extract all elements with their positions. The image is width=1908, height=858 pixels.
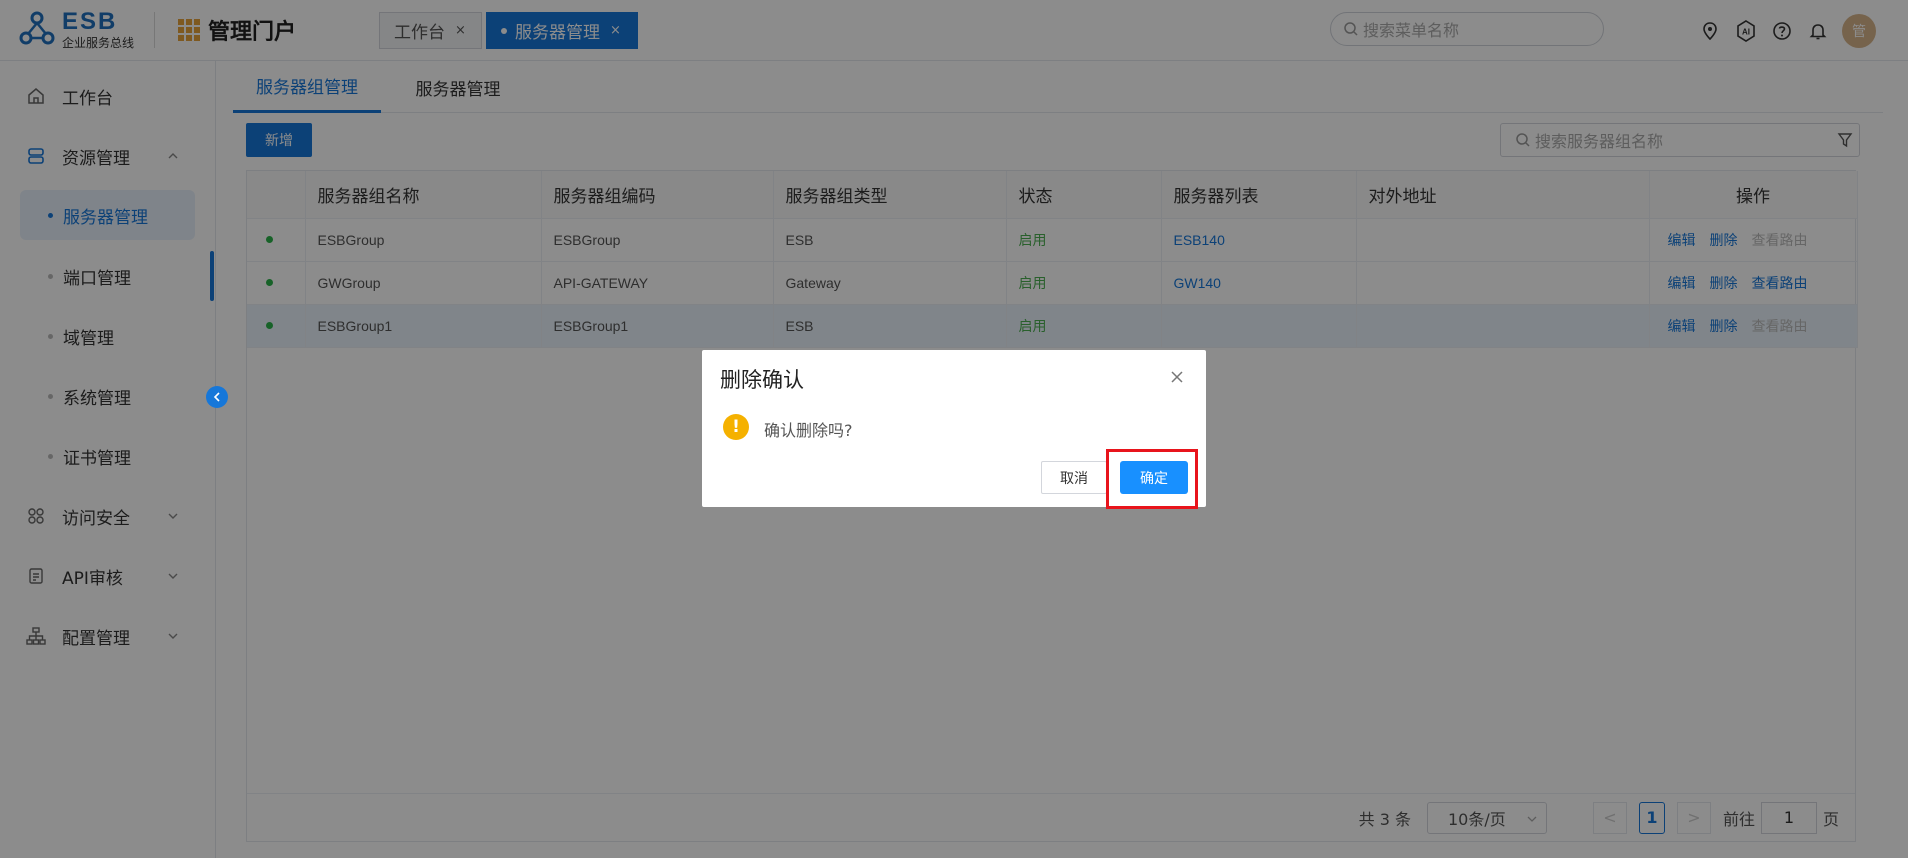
close-icon[interactable] xyxy=(1168,368,1186,386)
cancel-button[interactable]: 取消 xyxy=(1041,461,1107,494)
dialog-message: 确认删除吗? xyxy=(764,421,853,440)
warning-icon: ! xyxy=(723,414,749,440)
dialog-title: 删除确认 xyxy=(720,368,804,392)
chevron-left-icon xyxy=(213,392,220,402)
confirm-highlight-box xyxy=(1106,449,1198,509)
sidebar-collapse-button[interactable] xyxy=(206,386,228,408)
